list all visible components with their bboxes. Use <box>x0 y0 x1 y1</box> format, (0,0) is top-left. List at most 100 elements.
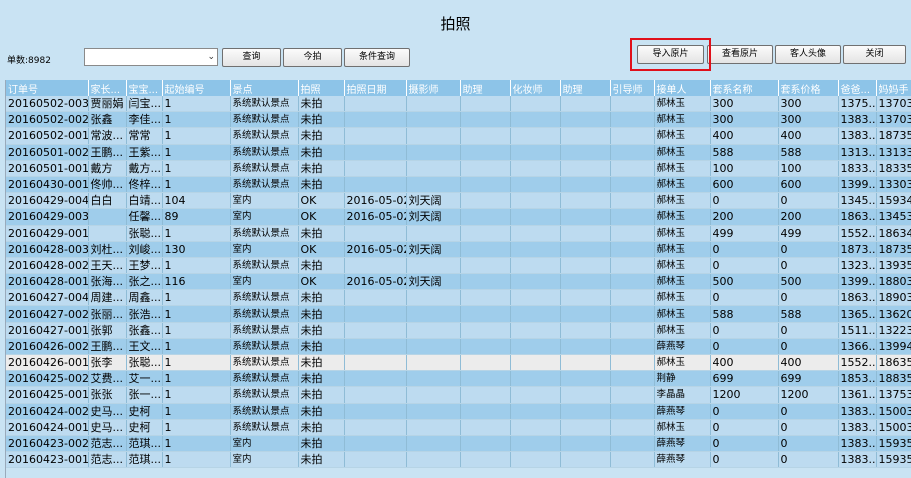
table-cell[interactable]: 0 <box>778 451 839 469</box>
table-row[interactable]: 20160428-001 张海... 张之... 116 室内 OK 2016-05-02 刘… <box>6 273 911 291</box>
table-cell[interactable]: 1200 <box>778 386 839 404</box>
table-cell[interactable]: 1361... <box>838 386 877 404</box>
table-cell[interactable]: 100 <box>778 160 839 177</box>
table-cell[interactable]: 刘天阔 <box>406 208 461 226</box>
table-cell[interactable]: 郝林玉 <box>654 225 711 242</box>
column-header[interactable]: 套系名称 <box>710 80 779 96</box>
table-cell[interactable]: 0 <box>778 435 839 453</box>
condition-query-button[interactable]: 条件查询 <box>344 48 410 67</box>
table-cell[interactable]: 1366... <box>838 338 877 356</box>
table-cell[interactable] <box>460 257 511 275</box>
table-cell[interactable]: 未拍 <box>298 322 345 339</box>
column-header[interactable]: 摄影师 <box>406 80 461 96</box>
table-cell[interactable] <box>510 273 561 291</box>
table-cell[interactable]: 1 <box>162 160 231 177</box>
table-cell[interactable]: 未拍 <box>298 127 345 145</box>
table-cell[interactable]: 史马... <box>88 403 127 420</box>
table-cell[interactable]: 史柯 <box>126 419 163 436</box>
table-cell[interactable]: 2016-05-02 <box>344 241 407 258</box>
table-cell[interactable]: 499 <box>778 225 839 242</box>
table-cell[interactable] <box>610 192 655 210</box>
table-cell[interactable]: 未拍 <box>298 305 345 323</box>
table-cell[interactable] <box>510 354 561 372</box>
table-cell[interactable]: 薛燕琴 <box>654 338 711 356</box>
table-cell[interactable] <box>460 403 511 420</box>
table-cell[interactable]: 600 <box>710 176 779 194</box>
table-cell[interactable]: 18335 <box>876 160 911 177</box>
table-cell[interactable] <box>610 338 655 356</box>
table-cell[interactable]: 未拍 <box>298 338 345 356</box>
table-cell[interactable] <box>460 127 511 145</box>
table-cell[interactable]: 张浩... <box>126 305 163 323</box>
table-row[interactable]: 20160427-004 周建... 周鑫... 1 系统默认景点 未拍 郝林玉 0 0 1863… <box>6 289 911 307</box>
table-cell[interactable] <box>460 354 511 372</box>
table-cell[interactable] <box>610 176 655 194</box>
table-cell[interactable]: 100 <box>710 160 779 177</box>
close-button[interactable]: 关闭 <box>843 45 906 64</box>
table-cell[interactable]: 系统默认景点 <box>230 354 299 372</box>
table-cell[interactable]: 20160427-002 <box>6 305 89 323</box>
table-cell[interactable]: 系统默认景点 <box>230 111 299 129</box>
table-cell[interactable]: 郝林玉 <box>654 354 711 372</box>
table-cell[interactable]: 系统默认景点 <box>230 127 299 145</box>
table-row[interactable]: 20160429-001 张聪... 1 系统默认景点 未拍 郝林玉 499 499 1552.… <box>6 225 911 242</box>
table-cell[interactable]: 任馨... <box>126 208 163 226</box>
table-cell[interactable]: 0 <box>710 403 779 420</box>
table-cell[interactable]: 300 <box>778 96 839 113</box>
table-cell[interactable]: 白靖... <box>126 192 163 210</box>
table-row[interactable]: 20160425-002 艾费... 艾一... 1 系统默认景点 未拍 荆静 699 699 1… <box>6 370 911 388</box>
table-cell[interactable]: 1 <box>162 354 231 372</box>
table-cell[interactable]: 未拍 <box>298 176 345 194</box>
table-cell[interactable] <box>610 225 655 242</box>
table-cell[interactable]: 室内 <box>230 451 299 469</box>
table-cell[interactable] <box>460 192 511 210</box>
guest-avatar-button[interactable]: 客人头像 <box>775 45 841 64</box>
table-cell[interactable]: 1 <box>162 257 231 275</box>
table-cell[interactable]: 薛燕琴 <box>654 435 711 453</box>
table-cell[interactable]: 15935 <box>876 451 911 469</box>
table-cell[interactable]: 0 <box>778 192 839 210</box>
column-header[interactable]: 拍照 <box>298 80 345 96</box>
table-cell[interactable] <box>344 386 407 404</box>
table-cell[interactable]: 刘杜... <box>88 241 127 258</box>
column-header[interactable]: 化妆师 <box>510 80 561 96</box>
table-cell[interactable] <box>560 111 611 129</box>
table-cell[interactable]: 20160423-002 <box>6 435 89 453</box>
table-cell[interactable]: 20160426-002 <box>6 338 89 356</box>
table-cell[interactable]: 范志... <box>88 435 127 453</box>
table-cell[interactable] <box>560 354 611 372</box>
table-cell[interactable] <box>510 257 561 275</box>
table-cell[interactable]: 0 <box>710 451 779 469</box>
table-cell[interactable]: 刘天阔 <box>406 192 461 210</box>
table-cell[interactable] <box>344 111 407 129</box>
table-cell[interactable]: 张鑫... <box>126 322 163 339</box>
table-cell[interactable]: 499 <box>710 225 779 242</box>
table-cell[interactable]: OK <box>298 208 345 226</box>
table-cell[interactable] <box>460 419 511 436</box>
table-cell[interactable]: 1 <box>162 403 231 420</box>
table-cell[interactable]: 0 <box>778 257 839 275</box>
table-cell[interactable] <box>510 144 561 161</box>
table-cell[interactable]: 系统默认景点 <box>230 403 299 420</box>
table-cell[interactable] <box>406 257 461 275</box>
table-cell[interactable]: 20160502-001 <box>6 127 89 145</box>
table-cell[interactable] <box>344 176 407 194</box>
table-cell[interactable]: 王梦... <box>126 257 163 275</box>
table-cell[interactable] <box>560 144 611 161</box>
table-cell[interactable] <box>610 273 655 291</box>
table-cell[interactable]: 1833... <box>838 160 877 177</box>
table-cell[interactable] <box>344 354 407 372</box>
table-cell[interactable]: 室内 <box>230 273 299 291</box>
table-cell[interactable] <box>610 354 655 372</box>
column-header[interactable]: 订单号 <box>6 80 89 96</box>
table-cell[interactable]: 0 <box>778 322 839 339</box>
table-cell[interactable] <box>610 370 655 388</box>
table-cell[interactable]: 周建... <box>88 289 127 307</box>
table-cell[interactable]: 1 <box>162 370 231 388</box>
table-cell[interactable]: 郝林玉 <box>654 289 711 307</box>
table-cell[interactable] <box>460 160 511 177</box>
table-cell[interactable] <box>560 338 611 356</box>
table-cell[interactable]: 郝林玉 <box>654 176 711 194</box>
table-row[interactable]: 20160502-001 常波... 常常 1 系统默认景点 未拍 郝林玉 400 400 138… <box>6 127 911 145</box>
table-cell[interactable]: 系统默认景点 <box>230 176 299 194</box>
